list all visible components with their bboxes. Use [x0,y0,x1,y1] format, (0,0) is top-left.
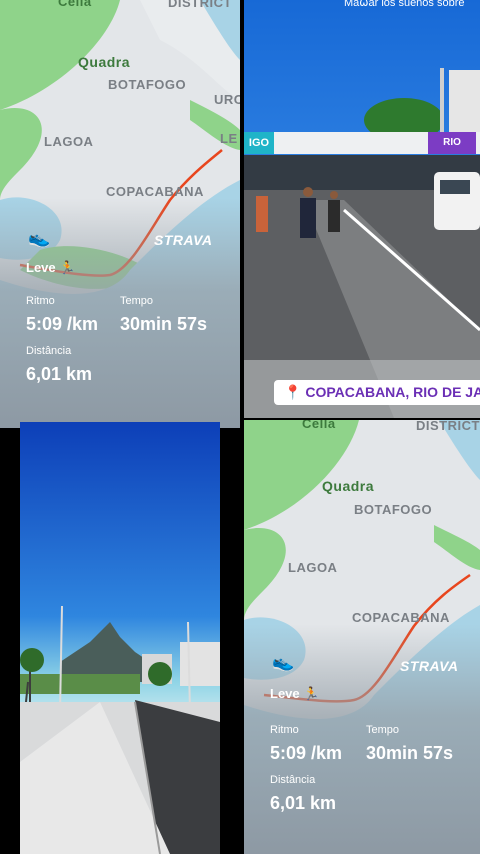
activity-title: Leve 🏃 [270,686,320,701]
map-label-lagoa: LAGOA [44,134,94,149]
map-label-lagoa: LAGOA [288,560,338,575]
map-label-urca: URC [214,92,240,107]
stat-label-distance: Distância [270,774,316,786]
stat-value-pace: 5:09 /km [26,314,99,334]
stat-label-distance: Distância [26,345,72,357]
map-label-copacabana: COPACABANA [352,610,450,625]
map-label-district: DISTRICT [416,420,480,433]
beach-road-photo-panel [20,422,220,854]
stat-label-time: Tempo [366,724,400,736]
stat-value-time: 30min 57s [120,314,208,334]
stat-value-distance: 6,01 km [26,364,93,384]
strava-map-panel-bottom: Cella DISTRICT Quadra BOTAFOGO LAGOA COP… [244,420,480,854]
running-shoe-icon: 👟 [28,228,51,248]
map-label-cella: Cella [58,0,92,9]
map-label-botafogo: BOTAFOGO [108,77,187,92]
stat-label-pace: Ritmo [26,295,55,307]
strava-logo: STRAVA [400,658,459,674]
location-pin-icon: 📍 [284,384,302,400]
stat-value-distance: 6,01 km [270,793,337,813]
running-shoe-icon: 👟 [272,652,295,672]
location-sticker[interactable]: 📍 COPACABANA, RIO DE JANEIRO [274,380,480,405]
map-label-district: DISTRICT [168,0,232,10]
map-label-quadra: Quadra [78,54,131,70]
strava-logo: STRAVA [154,232,213,248]
stat-label-time: Tempo [120,295,154,307]
stat-value-time: 30min 57s [366,743,454,763]
map-label-botafogo: BOTAFOGO [354,502,433,517]
map-label-cella: Cella [302,420,336,431]
race-start-banner: IGO RIO [244,132,480,154]
map-label-copacabana: COPACABANA [106,184,204,199]
map-label-quadra: Quadra [322,478,375,494]
story-top-text: Ma⍵ar los sueños sobre [244,0,480,14]
location-text: COPACABANA, RIO DE JANEIRO [305,384,480,400]
map-label-le: LE [220,131,238,146]
banner-logo-left: IGO [244,132,274,154]
beach-road-scene [20,422,220,854]
banner-logo-right: RIO [428,132,476,154]
race-photo-panel: Ma⍵ar los sueños sobre IGO RIO 📍 COPACAB… [244,0,480,418]
story-caption: Ma⍵ar los sueños sobre [344,0,465,9]
strava-map-panel-top: Cella DISTRICT Quadra BOTAFOGO URC LAGOA… [0,0,240,428]
stat-value-pace: 5:09 /km [270,743,343,763]
stat-label-pace: Ritmo [270,724,299,736]
race-street-scene [244,0,480,418]
activity-title: Leve 🏃 [26,260,76,275]
